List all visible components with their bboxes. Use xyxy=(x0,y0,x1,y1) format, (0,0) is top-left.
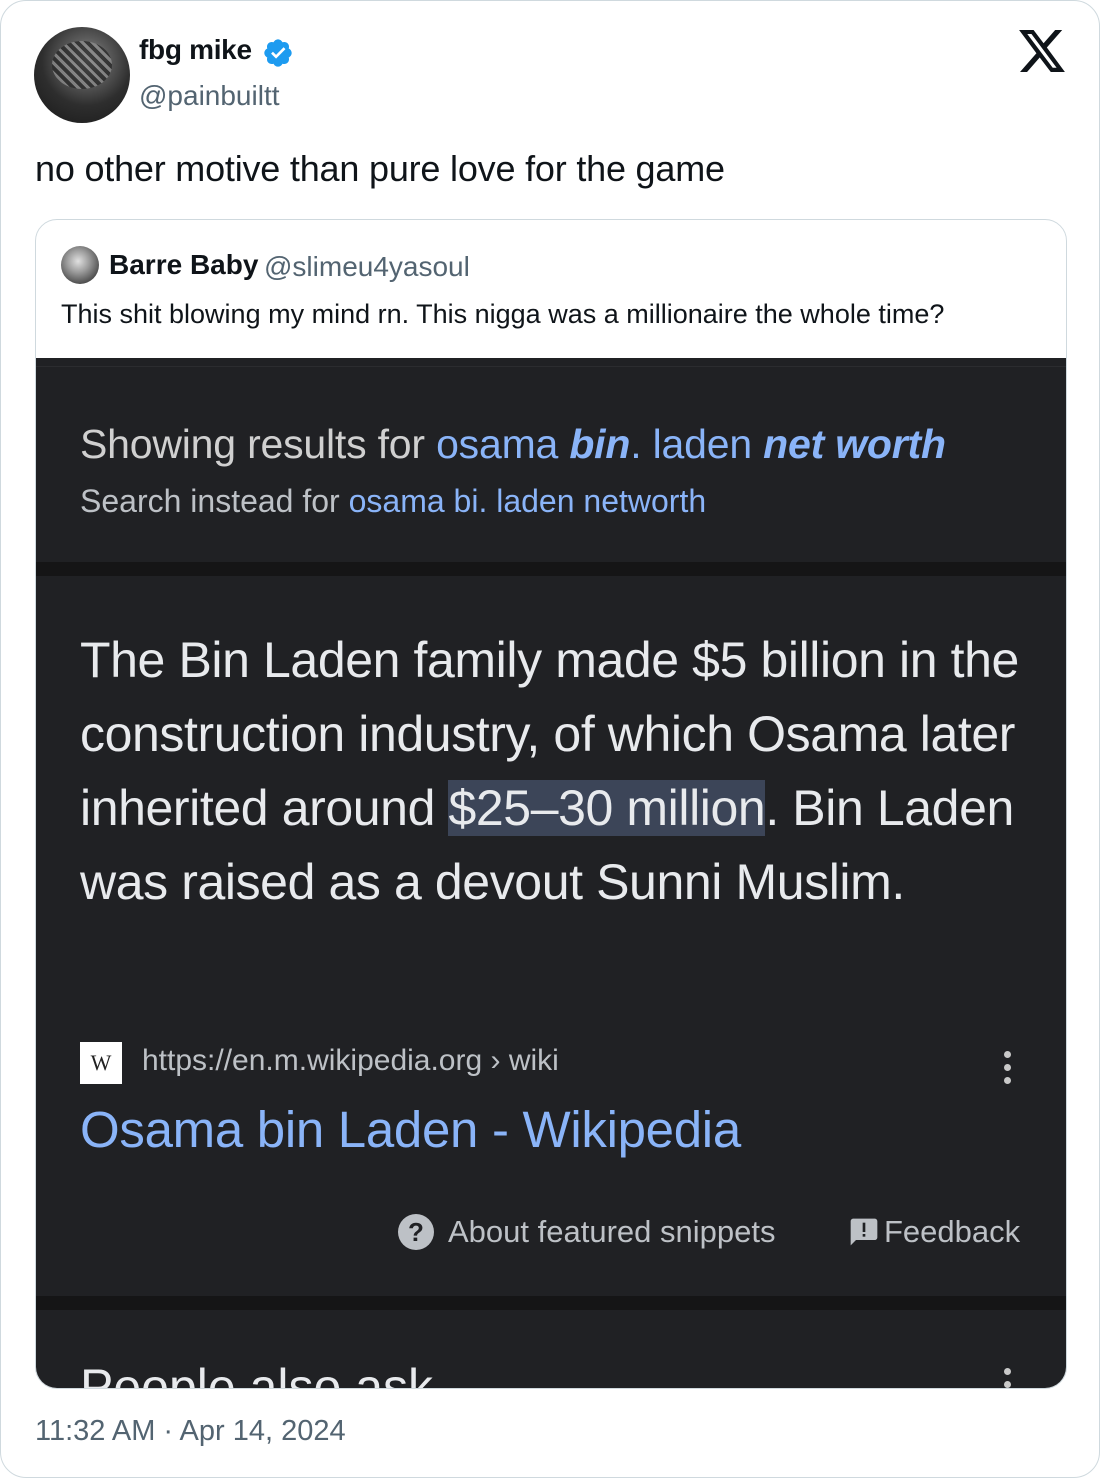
author-handle[interactable]: @painbuiltt xyxy=(139,80,280,112)
author-display-name[interactable]: fbg mike xyxy=(139,34,252,66)
author-avatar[interactable] xyxy=(34,27,130,123)
quoted-tweet-text: This shit blowing my mind rn. This nigga… xyxy=(61,299,945,329)
search-instead-prefix: Search instead for xyxy=(80,483,349,519)
help-circle-icon: ? xyxy=(398,1214,434,1250)
quoted-author-handle[interactable]: @slimeu4yasoul xyxy=(264,251,470,283)
verified-badge-icon xyxy=(264,39,292,67)
tweet-text: no other motive than pure love for the g… xyxy=(35,148,725,189)
result-title-link[interactable]: Osama bin Laden - Wikipedia xyxy=(80,1100,741,1159)
quoted-tweet[interactable]: Barre Baby @slimeu4yasoul This shit blow… xyxy=(35,219,1067,1389)
original-query-link[interactable]: osama bi. laden networth xyxy=(349,483,707,519)
tweet-timestamp[interactable]: 11:32 AM · Apr 14, 2024 xyxy=(35,1415,346,1448)
feedback-icon xyxy=(850,1218,878,1246)
quoted-author-avatar[interactable] xyxy=(61,246,99,284)
corrected-query-link[interactable]: osama bin. laden net worth xyxy=(436,421,946,467)
query-part-bold: bin xyxy=(569,421,631,467)
featured-snippet-text: The Bin Laden family made $5 billion in … xyxy=(80,623,1020,919)
query-part: . laden xyxy=(630,421,764,467)
more-vert-icon[interactable] xyxy=(1000,1368,1014,1388)
spelling-correction-panel: Showing results for osama bin. laden net… xyxy=(36,366,1066,563)
section-divider xyxy=(36,562,1066,576)
snippet-highlight: $25–30 million xyxy=(448,780,766,836)
quoted-author-name[interactable]: Barre Baby xyxy=(109,249,258,281)
about-label: About featured snippets xyxy=(448,1214,776,1249)
search-instead-text: Search instead for osama bi. laden netwo… xyxy=(80,483,706,520)
showing-prefix: Showing results for xyxy=(80,421,437,467)
favicon-letter: W xyxy=(90,1050,112,1075)
quoted-media-screenshot[interactable]: Showing results for osama bin. laden net… xyxy=(36,358,1066,1388)
showing-results-text: Showing results for osama bin. laden net… xyxy=(80,421,946,468)
source-url[interactable]: https://en.m.wikipedia.org › wiki xyxy=(142,1044,559,1078)
tweet-card: fbg mike @painbuiltt no other motive tha… xyxy=(0,0,1100,1478)
query-part: osama xyxy=(436,421,570,467)
x-logo-icon[interactable] xyxy=(1019,30,1065,72)
wikipedia-favicon-icon: W xyxy=(80,1042,122,1084)
feedback-button[interactable]: Feedback xyxy=(848,1214,1020,1250)
more-vert-icon[interactable] xyxy=(1000,1051,1014,1087)
query-part-bold: net worth xyxy=(763,421,946,467)
people-also-ask-heading: People also ask xyxy=(80,1359,434,1389)
section-divider xyxy=(36,1296,1066,1310)
feedback-label: Feedback xyxy=(884,1214,1021,1249)
about-featured-snippets[interactable]: ? About featured snippets xyxy=(398,1214,775,1250)
